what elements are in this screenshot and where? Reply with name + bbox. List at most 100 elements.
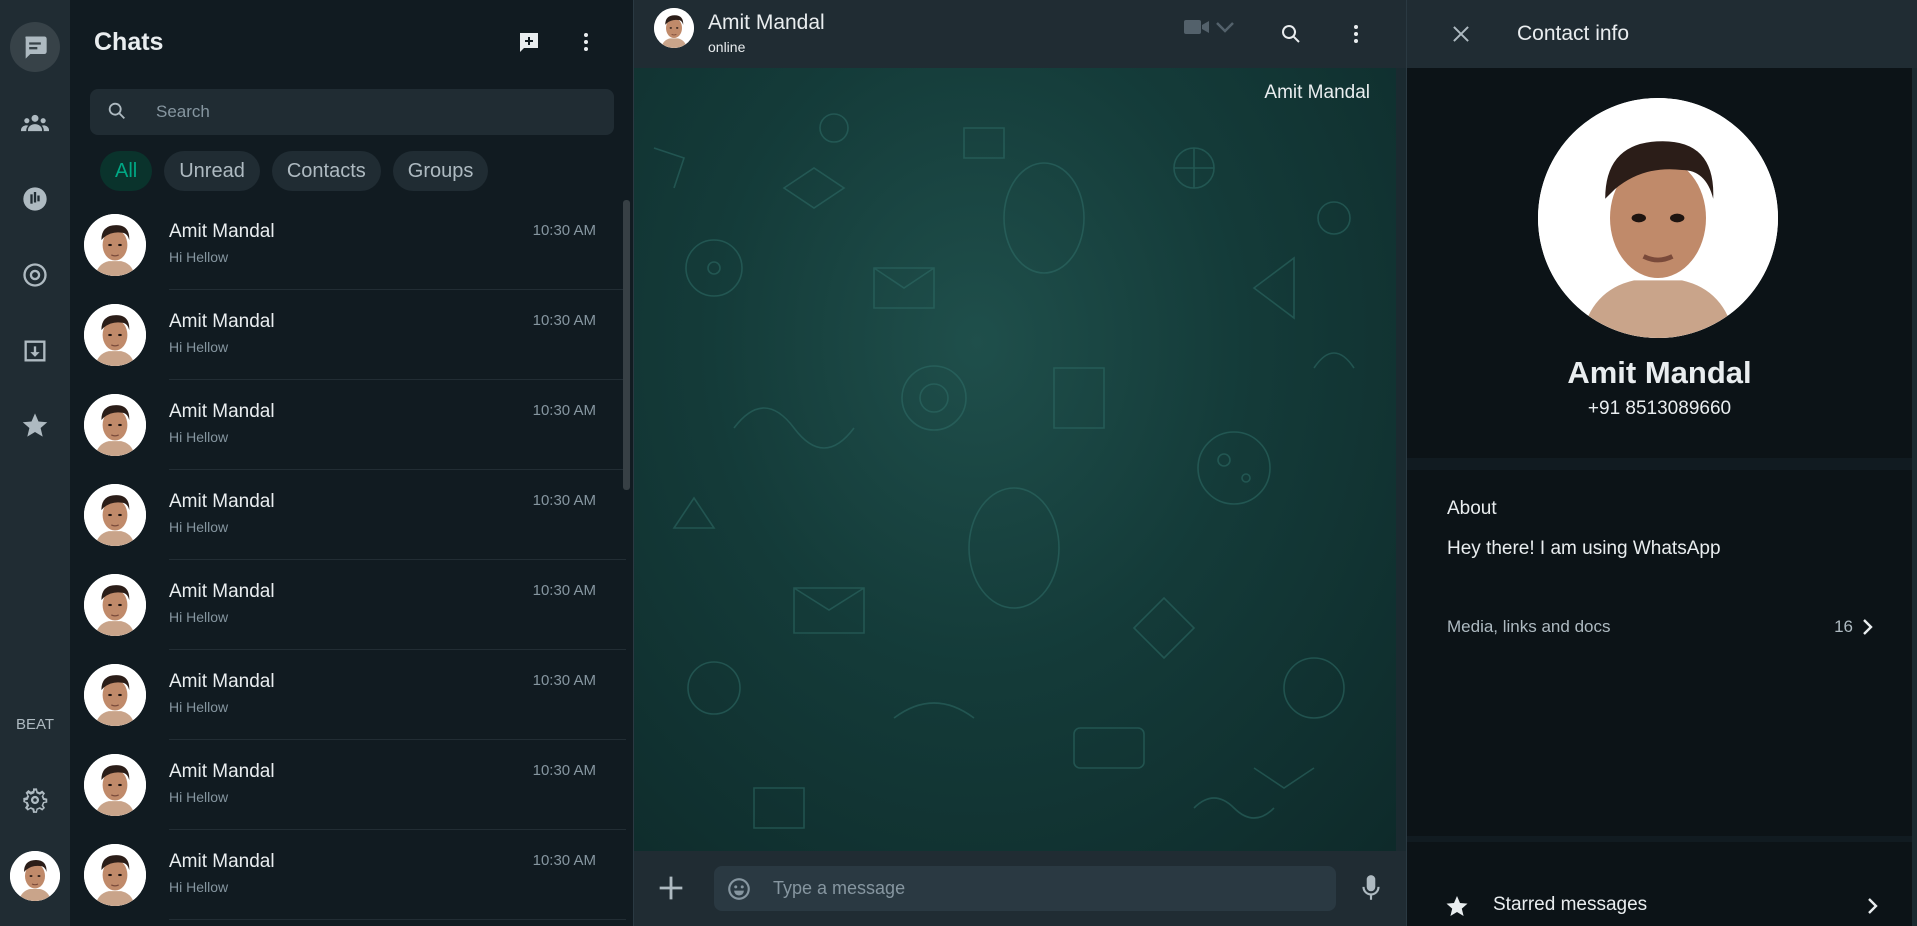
starred-messages-row[interactable]: Starred messages xyxy=(1407,842,1912,926)
chat-last-message: Hi Hellow xyxy=(169,519,229,535)
chat-avatar xyxy=(84,214,146,276)
star-icon xyxy=(1445,894,1469,918)
starred-icon[interactable] xyxy=(10,400,60,450)
conversation-header[interactable]: Amit Mandal online xyxy=(634,0,1406,68)
about-text: Hey there! I am using WhatsApp xyxy=(1447,538,1721,559)
chat-row[interactable]: Amit Mandal Hi Hellow 10:30 AM xyxy=(70,830,626,920)
chat-last-message: Hi Hellow xyxy=(169,879,229,895)
contact-avatar[interactable] xyxy=(1538,98,1778,338)
contact-name: Amit Mandal xyxy=(1567,355,1752,390)
contact-info-title: Contact info xyxy=(1517,22,1630,45)
chat-row[interactable]: Amit Mandal Hi Hellow 10:30 AM xyxy=(70,380,626,470)
gear-icon[interactable] xyxy=(10,775,60,825)
filter-contacts[interactable]: Contacts xyxy=(271,151,381,191)
chevron-down-icon xyxy=(1216,22,1234,33)
conversation-top-label: Amit Mandal xyxy=(1264,82,1370,103)
chevron-right-icon xyxy=(1859,617,1877,637)
chat-rows: Amit Mandal Hi Hellow 10:30 AM Amit Mand… xyxy=(70,200,626,926)
chat-last-message: Hi Hellow xyxy=(169,789,229,805)
contact-profile-card: Amit Mandal +91 8513089660 xyxy=(1407,68,1912,458)
chat-time: 10:30 AM xyxy=(532,762,596,779)
chat-name: Amit Mandal xyxy=(169,221,275,242)
message-composer xyxy=(634,851,1406,926)
chat-list-scrollbar[interactable] xyxy=(623,200,630,490)
chat-avatar xyxy=(84,664,146,726)
chat-time: 10:30 AM xyxy=(532,312,596,329)
beta-label: BEAT xyxy=(15,716,55,733)
message-box xyxy=(714,866,1336,911)
chat-avatar xyxy=(84,394,146,456)
conversation-scrollbar[interactable] xyxy=(1396,68,1406,851)
chevron-right-icon xyxy=(1864,896,1882,916)
nav-rail: BEAT xyxy=(0,0,70,926)
chat-time: 10:30 AM xyxy=(532,492,596,509)
chat-row[interactable]: Amit Mandal Hi Hellow 10:30 AM xyxy=(70,200,626,290)
chat-avatar xyxy=(84,574,146,636)
doodle-pattern xyxy=(653,113,1355,829)
about-card: About Hey there! I am using WhatsApp Med… xyxy=(1407,470,1912,836)
conversation-name: Amit Mandal xyxy=(708,11,825,34)
chat-row[interactable]: Amit Mandal Hi Hellow 10:30 AM xyxy=(70,650,626,740)
chat-avatar xyxy=(84,484,146,546)
chat-time: 10:30 AM xyxy=(532,672,596,689)
conversation-pane: Amit Mandal online Amit Mandal Type a me… xyxy=(634,0,1406,926)
search-icon xyxy=(106,100,130,124)
channels-icon[interactable] xyxy=(10,174,60,224)
chat-row[interactable]: Amit Mandal Hi Hellow 10:30 AM xyxy=(70,740,626,830)
media-label: Media, links and docs xyxy=(1447,617,1611,636)
chat-name: Amit Mandal xyxy=(169,401,275,422)
video-icon xyxy=(1184,20,1209,34)
chat-name: Amit Mandal xyxy=(169,311,275,332)
search-box xyxy=(90,89,614,135)
chat-last-message: Hi Hellow xyxy=(169,699,229,715)
filter-all[interactable]: All xyxy=(100,151,153,191)
close-icon[interactable] xyxy=(1449,22,1473,46)
contact-info-scrollbar[interactable] xyxy=(1912,68,1917,926)
row-divider xyxy=(169,919,626,920)
contact-phone: +91 8513089660 xyxy=(1587,398,1732,419)
chats-title: Chats xyxy=(94,28,164,56)
chat-time: 10:30 AM xyxy=(532,222,596,239)
chat-last-message: Hi Hellow xyxy=(169,249,229,265)
starred-label: Starred messages xyxy=(1493,894,1648,915)
mic-icon[interactable] xyxy=(1358,873,1388,903)
chat-last-message: Hi Hellow xyxy=(169,429,229,445)
more-vertical-icon[interactable] xyxy=(1341,19,1371,49)
communities-icon[interactable] xyxy=(10,98,60,148)
status-icon[interactable] xyxy=(10,250,60,300)
chat-avatar xyxy=(84,754,146,816)
filter-unread[interactable]: Unread xyxy=(164,151,260,191)
media-links-docs-row[interactable]: Media, links and docs 16 xyxy=(1447,615,1877,645)
media-count: 16 xyxy=(1834,617,1853,636)
about-label: About xyxy=(1447,498,1497,519)
message-input[interactable] xyxy=(773,866,1313,911)
search-input[interactable] xyxy=(156,89,596,135)
chat-row[interactable]: Amit Mandal Hi Hellow 10:30 AM xyxy=(70,560,626,650)
chat-time: 10:30 AM xyxy=(532,402,596,419)
chat-row[interactable]: Amit Mandal Hi Hellow 10:30 AM xyxy=(70,290,626,380)
emoji-icon[interactable] xyxy=(726,876,752,902)
chat-list-pane: Chats All Unread Contacts Groups Amit Ma… xyxy=(70,0,634,926)
chat-avatar xyxy=(84,304,146,366)
chat-last-message: Hi Hellow xyxy=(169,339,229,355)
filter-groups[interactable]: Groups xyxy=(392,151,489,191)
profile-avatar[interactable] xyxy=(10,851,60,901)
chat-name: Amit Mandal xyxy=(169,761,275,782)
conversation-avatar[interactable] xyxy=(654,8,694,48)
video-call-button[interactable] xyxy=(1184,18,1234,36)
chat-avatar xyxy=(84,844,146,906)
chat-name: Amit Mandal xyxy=(169,491,275,512)
chat-row[interactable]: Amit Mandal Hi Hellow 10:30 AM xyxy=(70,470,626,560)
attach-plus-icon[interactable] xyxy=(654,871,688,905)
more-vertical-icon[interactable] xyxy=(571,27,601,57)
contact-info-pane: Contact info Amit Mandal +91 8513089660 … xyxy=(1406,0,1917,926)
chat-wallpaper: Amit Mandal xyxy=(634,68,1396,851)
chat-time: 10:30 AM xyxy=(532,852,596,869)
chat-name: Amit Mandal xyxy=(169,671,275,692)
archive-icon[interactable] xyxy=(10,326,60,376)
chats-icon[interactable] xyxy=(10,22,60,72)
new-chat-icon[interactable] xyxy=(514,27,544,57)
filter-chips: All Unread Contacts Groups xyxy=(100,151,489,191)
search-icon[interactable] xyxy=(1276,19,1306,49)
chat-name: Amit Mandal xyxy=(169,851,275,872)
